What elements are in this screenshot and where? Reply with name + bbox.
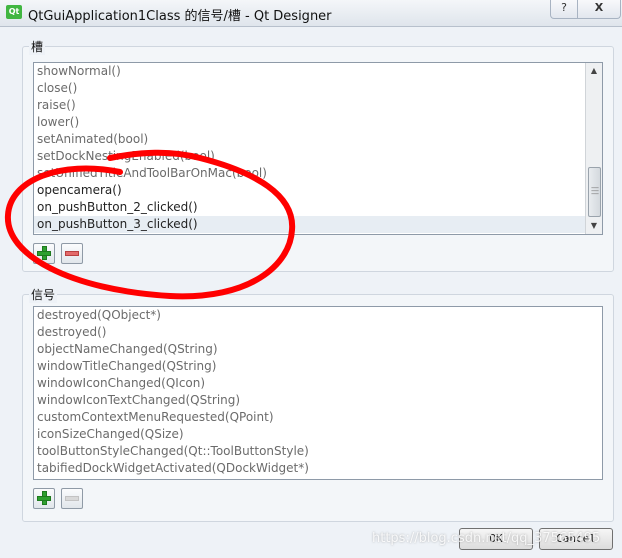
slots-list-item[interactable]: showNormal() bbox=[34, 63, 602, 80]
signals-list-item[interactable]: destroyed(QObject*) bbox=[34, 307, 602, 324]
signals-list-item[interactable]: windowTitleChanged(QString) bbox=[34, 358, 602, 375]
signals-list-item[interactable]: objectNameChanged(QString) bbox=[34, 341, 602, 358]
signals-list-item[interactable]: customContextMenuRequested(QPoint) bbox=[34, 409, 602, 426]
signals-list-item[interactable]: iconSizeChanged(QSize) bbox=[34, 426, 602, 443]
watermark-text: https://blog.csdn.net/qq_37565495 bbox=[372, 531, 601, 546]
slots-list-item[interactable]: opencamera() bbox=[34, 182, 602, 199]
plus-icon bbox=[37, 491, 51, 505]
title-bar: Qt QtGuiApplication1Class 的信号/槽 - Qt Des… bbox=[0, 0, 622, 27]
close-button[interactable]: X bbox=[577, 0, 621, 19]
plus-icon bbox=[37, 246, 51, 260]
slots-list-item[interactable]: on_pushButton_3_clicked() bbox=[34, 216, 602, 233]
signals-list-item[interactable]: windowIconChanged(QIcon) bbox=[34, 375, 602, 392]
qt-app-icon: Qt bbox=[6, 5, 22, 19]
slots-list-item[interactable]: on_pushButton_2_clicked() bbox=[34, 199, 602, 216]
remove-slot-button[interactable] bbox=[61, 243, 83, 264]
slots-list-item[interactable]: setUnifiedTitleAndToolBarOnMac(bool) bbox=[34, 165, 602, 182]
signals-list-item[interactable]: destroyed() bbox=[34, 324, 602, 341]
signals-group-label: 信号 bbox=[29, 286, 58, 303]
add-signal-button[interactable] bbox=[33, 488, 55, 509]
slots-group-label: 槽 bbox=[29, 38, 46, 55]
signals-list-item[interactable]: windowIconTextChanged(QString) bbox=[34, 392, 602, 409]
slots-list-item[interactable]: close() bbox=[34, 80, 602, 97]
help-button[interactable]: ? bbox=[550, 0, 578, 19]
remove-signal-button bbox=[61, 488, 83, 509]
scrollbar-thumb[interactable]: — — — bbox=[588, 167, 601, 217]
slots-list-item[interactable]: lower() bbox=[34, 114, 602, 131]
signals-list-item[interactable]: tabifiedDockWidgetActivated(QDockWidget*… bbox=[34, 460, 602, 477]
signals-list[interactable]: destroyed(QObject*) destroyed() objectName… bbox=[33, 306, 603, 480]
slots-group: 槽 showNormal() close() raise() lower() setAn… bbox=[22, 38, 614, 272]
slots-list-item[interactable]: setDockNestingEnabled(bool) bbox=[34, 148, 602, 165]
minus-icon bbox=[65, 251, 79, 256]
window-title: QtGuiApplication1Class 的信号/槽 - Qt Design… bbox=[28, 9, 332, 24]
scroll-down-arrow-icon[interactable]: ▼ bbox=[586, 218, 602, 234]
scroll-up-arrow-icon[interactable]: ▲ bbox=[586, 63, 602, 79]
slots-list-item[interactable]: raise() bbox=[34, 97, 602, 114]
minus-icon bbox=[65, 496, 79, 501]
add-slot-button[interactable] bbox=[33, 243, 55, 264]
slots-scrollbar[interactable]: ▲ — — — ▼ bbox=[585, 63, 602, 234]
grip-icon: — — — bbox=[591, 183, 599, 198]
slots-list[interactable]: showNormal() close() raise() lower() setAnim… bbox=[33, 62, 603, 235]
slots-list-item[interactable]: setAnimated(bool) bbox=[34, 131, 602, 148]
signals-list-item[interactable]: toolButtonStyleChanged(Qt::ToolButtonSty… bbox=[34, 443, 602, 460]
signals-group: 信号 destroyed(QObject*) destroyed() objectN… bbox=[22, 286, 614, 522]
